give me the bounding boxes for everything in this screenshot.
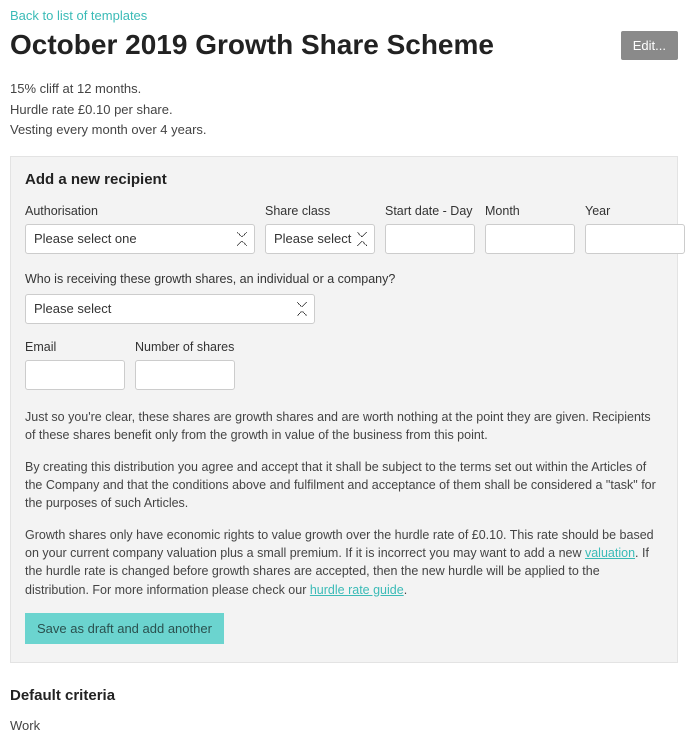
default-criteria-heading: Default criteria xyxy=(10,687,678,704)
explain-articles: By creating this distribution you agree … xyxy=(25,458,663,512)
start-month-input[interactable] xyxy=(485,224,575,254)
share-class-select[interactable]: Please select one xyxy=(265,224,375,254)
authorisation-label: Authorisation xyxy=(25,204,255,218)
save-draft-button[interactable]: Save as draft and add another xyxy=(25,613,224,644)
start-year-input[interactable] xyxy=(585,224,685,254)
valuation-link[interactable]: valuation xyxy=(585,546,635,560)
criteria-item: Work xyxy=(10,718,678,733)
form-heading: Add a new recipient xyxy=(25,171,663,188)
email-input[interactable] xyxy=(25,360,125,390)
share-class-label: Share class xyxy=(265,204,375,218)
hurdle-rate-guide-link[interactable]: hurdle rate guide xyxy=(310,583,404,597)
back-link[interactable]: Back to list of templates xyxy=(10,8,147,23)
start-day-input[interactable] xyxy=(385,224,475,254)
page-title: October 2019 Growth Share Scheme xyxy=(10,29,494,61)
email-label: Email xyxy=(25,340,125,354)
start-month-label: Month xyxy=(485,204,575,218)
authorisation-select[interactable]: Please select one xyxy=(25,224,255,254)
edit-button[interactable]: Edit... xyxy=(621,31,678,60)
add-recipient-panel: Add a new recipient Authorisation Please… xyxy=(10,156,678,663)
explain-hurdle: Growth shares only have economic rights … xyxy=(25,526,663,599)
scheme-summary: 15% cliff at 12 months. Hurdle rate £0.1… xyxy=(10,79,678,140)
summary-vesting: Vesting every month over 4 years. xyxy=(10,120,678,140)
start-day-label: Start date - Day xyxy=(385,204,475,218)
start-year-label: Year xyxy=(585,204,685,218)
summary-cliff: 15% cliff at 12 months. xyxy=(10,79,678,99)
summary-hurdle: Hurdle rate £0.10 per share. xyxy=(10,100,678,120)
num-shares-label: Number of shares xyxy=(135,340,235,354)
explain-growth-shares: Just so you're clear, these shares are g… xyxy=(25,408,663,444)
recipient-type-label: Who is receiving these growth shares, an… xyxy=(25,272,663,286)
recipient-type-select[interactable]: Please select xyxy=(25,294,315,324)
num-shares-input[interactable] xyxy=(135,360,235,390)
